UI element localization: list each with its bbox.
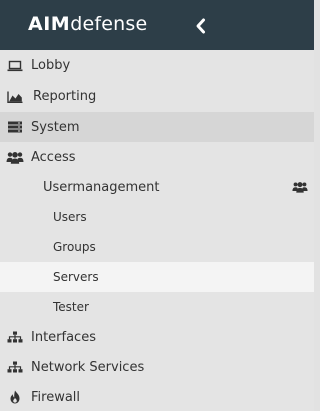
sidebar-item-system[interactable]: System	[0, 112, 314, 142]
sidebar-item-lobby[interactable]: Lobby	[0, 50, 314, 81]
sidebar-item-label: Lobby	[31, 58, 71, 73]
logo-light-text: defense	[70, 13, 148, 35]
app-logo[interactable]: AIMdefense	[28, 12, 147, 36]
server-icon	[6, 120, 24, 134]
sidebar-item-label: Usermanagement	[43, 179, 160, 195]
sidebar-item-firewall[interactable]: Firewall	[0, 382, 314, 411]
sidebar-item-label: Users	[53, 210, 87, 224]
app-header: AIMdefense	[0, 0, 314, 50]
sidebar-item-label: Access	[31, 149, 76, 165]
sidebar-collapse-button[interactable]	[192, 16, 210, 36]
sidebar-item-label: Groups	[53, 240, 96, 254]
fire-icon	[6, 390, 24, 404]
app-root: AIMdefense Lobby Reporting System Access…	[0, 0, 314, 411]
sitemap-icon	[6, 330, 24, 344]
laptop-icon	[6, 59, 24, 73]
sidebar-item-label: Servers	[53, 270, 99, 284]
sitemap-icon	[6, 360, 24, 374]
sidebar-item-usermanagement[interactable]: Usermanagement	[0, 172, 314, 202]
sidebar-item-interfaces[interactable]: Interfaces	[0, 322, 314, 352]
sidebar-item-label: Interfaces	[31, 329, 96, 345]
sidebar-item-tester[interactable]: Tester	[0, 292, 314, 322]
chevron-left-icon	[196, 18, 205, 34]
sidebar-item-label: Network Services	[31, 359, 145, 375]
area-chart-icon	[6, 90, 24, 104]
sidebar-item-access[interactable]: Access	[0, 142, 314, 172]
sidebar-menu: Lobby Reporting System Access Usermanage…	[0, 50, 314, 411]
sidebar-item-network-services[interactable]: Network Services	[0, 352, 314, 382]
sidebar-item-label: Reporting	[33, 89, 97, 104]
sidebar-item-servers[interactable]: Servers	[0, 262, 314, 292]
sidebar-item-label: System	[31, 119, 80, 135]
sidebar-item-reporting[interactable]: Reporting	[0, 81, 314, 112]
sidebar-item-groups[interactable]: Groups	[0, 232, 314, 262]
users-icon	[292, 181, 308, 193]
users-icon	[6, 150, 24, 164]
sidebar-item-label: Tester	[53, 300, 89, 314]
sidebar-item-label: Firewall	[31, 389, 81, 405]
sidebar-item-users[interactable]: Users	[0, 202, 314, 232]
logo-strong-text: AIM	[28, 13, 71, 35]
